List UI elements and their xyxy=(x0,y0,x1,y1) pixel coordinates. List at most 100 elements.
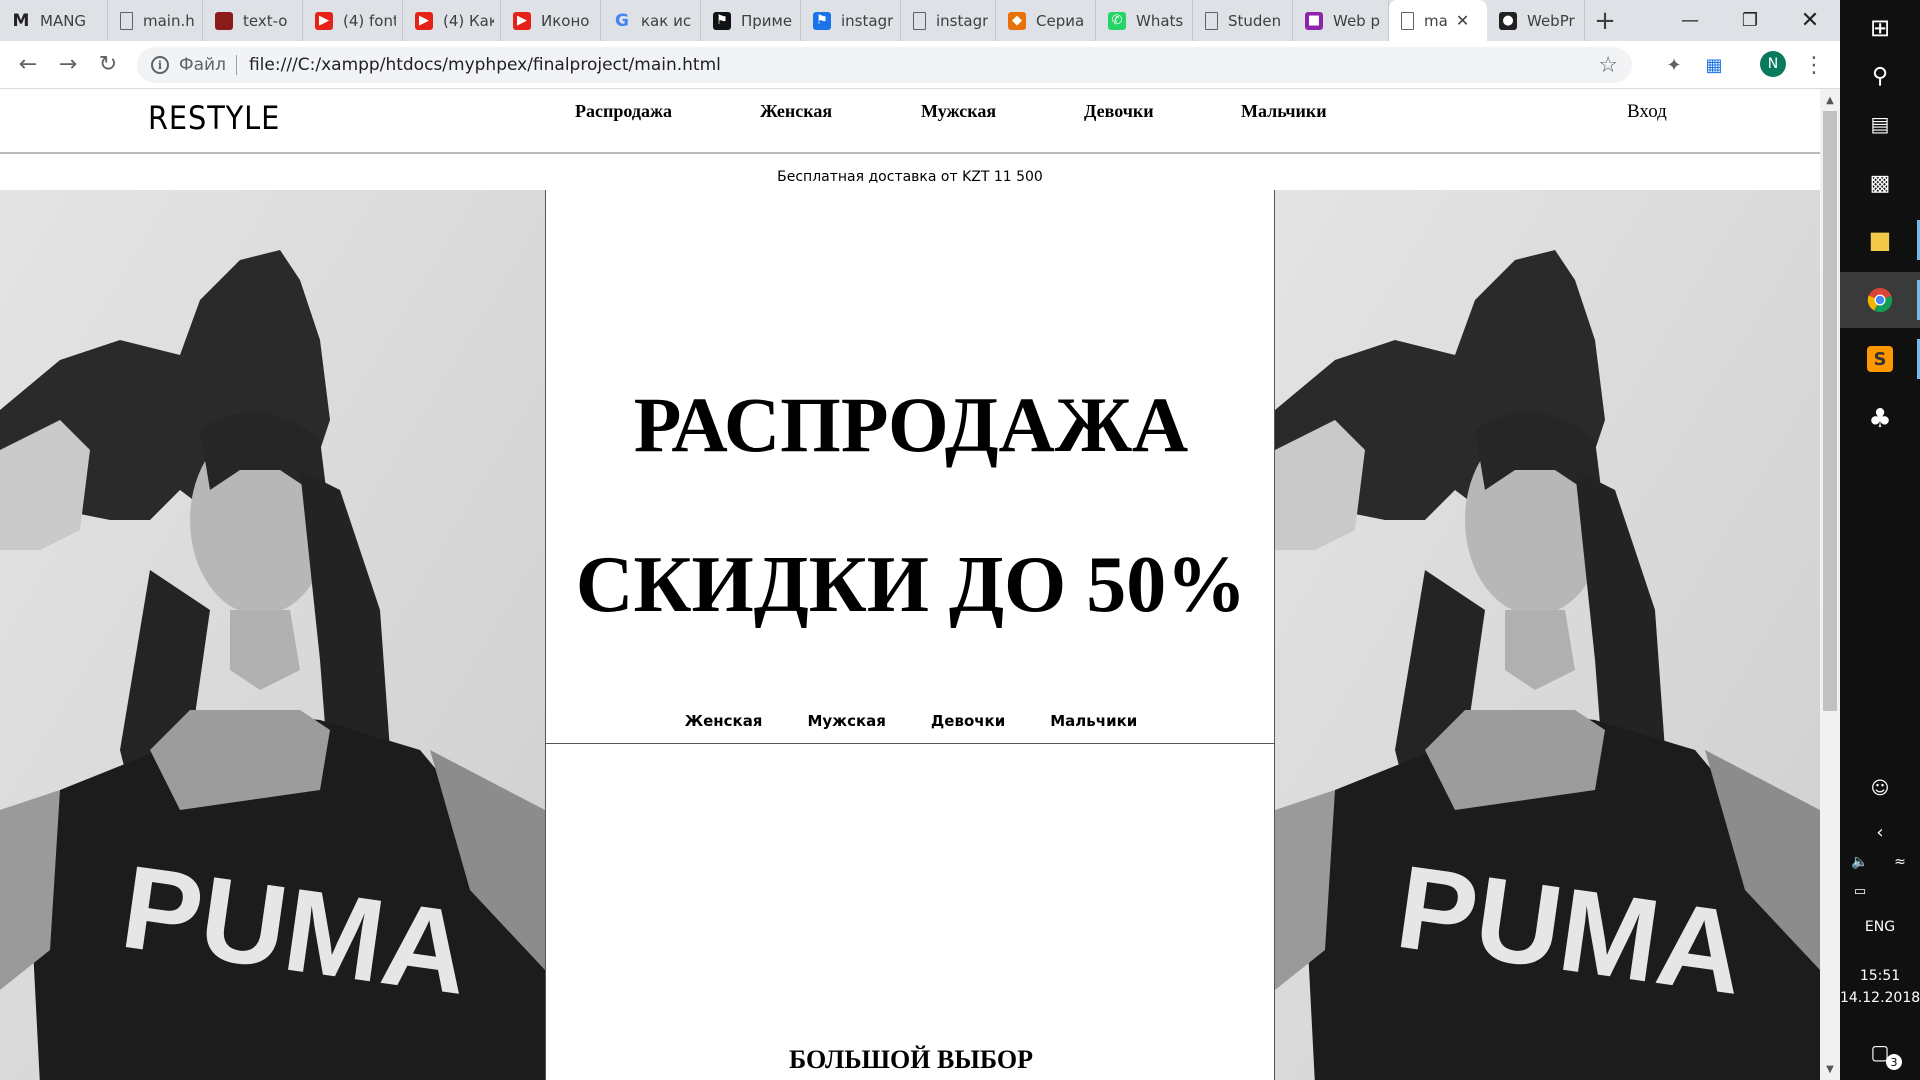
back-icon[interactable]: ← xyxy=(8,45,48,85)
action-center-icon[interactable]: ▢ 3 xyxy=(1840,1030,1920,1074)
gmail-icon: M xyxy=(12,10,30,31)
browser-tab[interactable]: ▶ Иконо xyxy=(501,0,601,41)
file-explorer-icon[interactable]: ■ xyxy=(1840,212,1920,268)
language-indicator[interactable]: ENG xyxy=(1840,919,1920,935)
scroll-down-arrow-icon[interactable]: ▼ xyxy=(1820,1060,1840,1078)
github-icon: ● xyxy=(1499,11,1517,30)
site-header: RESTYLE Распродажа Женская Мужская Девоч… xyxy=(0,89,1820,154)
youtube-icon: ▶ xyxy=(513,11,531,30)
browser-tab[interactable]: ● WebPr xyxy=(1487,0,1585,41)
close-window-button[interactable]: ✕ xyxy=(1780,0,1840,41)
page-icon xyxy=(1205,11,1218,30)
browser-tab[interactable]: ▶ (4) font xyxy=(303,0,403,41)
tab-title: text-o xyxy=(243,11,288,30)
hero-photo-right: PUMA xyxy=(1275,190,1820,1080)
shipping-note: Бесплатная доставка от KZT 11 500 xyxy=(777,169,1043,185)
nav-women[interactable]: Женская xyxy=(760,101,832,122)
browser-tab[interactable]: ⚑ Приме xyxy=(701,0,801,41)
scroll-up-arrow-icon[interactable]: ▲ xyxy=(1820,91,1840,109)
page-scrollbar[interactable]: ▲ ▼ xyxy=(1820,89,1840,1080)
browser-tab[interactable]: Gкак ис xyxy=(601,0,701,41)
tab-title: WebPr xyxy=(1527,11,1575,30)
browser-tab[interactable]: M MANG xyxy=(0,0,108,41)
volume-icon[interactable]: 🔈 xyxy=(1840,845,1880,879)
youtube-icon: ▶ xyxy=(315,11,333,30)
solitaire-cards-icon[interactable]: ♣ xyxy=(1840,391,1920,447)
flag-icon: ⚑ xyxy=(713,11,731,30)
site-logo[interactable]: RESTYLE xyxy=(148,99,280,137)
sublime-text-icon[interactable]: S xyxy=(1840,331,1920,387)
whatsapp-icon: ✆ xyxy=(1108,11,1126,30)
minimize-button[interactable]: — xyxy=(1660,0,1720,41)
chrome-app-icon[interactable] xyxy=(1840,272,1920,328)
blocks-icon xyxy=(215,11,233,30)
browser-tab[interactable]: main.h xyxy=(108,0,203,41)
browser-tab[interactable]: ⚑ instagr xyxy=(801,0,901,41)
tab-title: как ис xyxy=(641,11,692,30)
tab-title: (4) font xyxy=(343,11,396,30)
notification-count-badge: 3 xyxy=(1886,1054,1902,1070)
page-icon xyxy=(1401,11,1414,30)
translate-extension-icon[interactable]: ▦ xyxy=(1700,51,1728,79)
sub-nav-boys[interactable]: Мальчики xyxy=(1050,712,1137,730)
sub-nav-top: Женская Мужская Девочки Мальчики xyxy=(546,712,1276,730)
profile-avatar[interactable]: N xyxy=(1760,51,1786,77)
address-url[interactable]: file:///C:/xampp/htdocs/myphpex/finalpro… xyxy=(249,55,721,75)
tab-title: instagr xyxy=(936,11,989,30)
maximize-button[interactable]: ❐ xyxy=(1720,0,1780,41)
nav-boys[interactable]: Мальчики xyxy=(1241,101,1327,122)
forward-icon[interactable]: → xyxy=(48,45,88,85)
browser-tab[interactable]: ma ✕ xyxy=(1389,0,1487,41)
terminal-app-icon[interactable]: ▩ xyxy=(1840,155,1920,211)
menu-icon[interactable]: ⋮ xyxy=(1800,51,1828,79)
info-icon[interactable]: i xyxy=(151,56,169,74)
browser-tab[interactable]: text-o xyxy=(203,0,303,41)
address-scheme: Файл xyxy=(179,55,226,75)
login-link[interactable]: Вход xyxy=(1627,101,1667,123)
address-bar[interactable]: i Файл file:///C:/xampp/htdocs/myphpex/f… xyxy=(137,47,1632,83)
address-separator xyxy=(235,55,237,75)
nav-men[interactable]: Мужская xyxy=(921,101,996,122)
reload-icon[interactable]: ↻ xyxy=(88,45,128,85)
clock-time[interactable]: 15:51 xyxy=(1840,968,1920,984)
sub-nav-men[interactable]: Мужская xyxy=(807,712,885,730)
extension-icon[interactable]: ✦ xyxy=(1660,51,1688,79)
sub-nav-women[interactable]: Женская xyxy=(685,712,763,730)
battery-icon[interactable]: ▭ xyxy=(1840,876,1880,906)
browser-tab[interactable]: Studen xyxy=(1193,0,1293,41)
browser-toolbar: ← → ↻ i Файл file:///C:/xampp/htdocs/myp… xyxy=(0,41,1840,89)
tab-title: main.h xyxy=(143,11,195,30)
tab-title: MANG xyxy=(40,11,87,30)
close-tab-icon[interactable]: ✕ xyxy=(1456,11,1469,30)
bookmark-star-icon[interactable]: ☆ xyxy=(1598,53,1618,78)
browser-tab[interactable]: instagr xyxy=(901,0,996,41)
sale-title: РАСПРОДАЖА xyxy=(633,381,1189,468)
task-view-icon[interactable]: ▤ xyxy=(1840,96,1920,152)
browser-tab[interactable]: ◆ Сериа xyxy=(996,0,1096,41)
browser-tab[interactable]: ▶ (4) Как xyxy=(403,0,501,41)
sub-nav-girls[interactable]: Девочки xyxy=(931,712,1005,730)
fox-icon: ◆ xyxy=(1008,11,1026,30)
tab-title: Сериа xyxy=(1036,11,1085,30)
flag-icon: ⚑ xyxy=(813,11,831,30)
browser-tab[interactable]: ✆ Whats xyxy=(1096,0,1193,41)
tab-title: Studen xyxy=(1228,11,1282,30)
new-tab-button[interactable]: + xyxy=(1585,0,1625,41)
sublime-logo-icon: S xyxy=(1867,346,1893,372)
people-icon[interactable]: ☺ xyxy=(1840,768,1920,808)
sale-subtitle: СКИДКИ ДО 50% xyxy=(575,541,1247,629)
tab-title: (4) Как xyxy=(443,11,494,30)
scroll-thumb[interactable] xyxy=(1823,111,1837,711)
nav-girls[interactable]: Девочки xyxy=(1084,101,1154,122)
nav-sale[interactable]: Распродажа xyxy=(575,101,672,122)
tab-title: Иконо xyxy=(541,11,590,30)
wifi-icon[interactable]: ≈ xyxy=(1880,845,1920,879)
clock-date[interactable]: 14.12.2018 xyxy=(1840,990,1920,1006)
page-viewport: RESTYLE Распродажа Женская Мужская Девоч… xyxy=(0,89,1820,1080)
youtube-icon: ▶ xyxy=(415,11,433,30)
windows-taskbar: ⊞ ⚲ ▤ ▩ ■ S ♣ ☺ ‹ 🔈 ≈ ▭ ENG 15:51 14.12.… xyxy=(1840,0,1920,1080)
page-icon xyxy=(120,11,133,30)
section-divider xyxy=(546,743,1276,744)
browser-tab[interactable]: ■ Web p xyxy=(1293,0,1389,41)
tab-strip: M MANG main.h text-o ▶ (4) font ▶ (4) Как ▶ Иконо… xyxy=(0,0,1840,41)
